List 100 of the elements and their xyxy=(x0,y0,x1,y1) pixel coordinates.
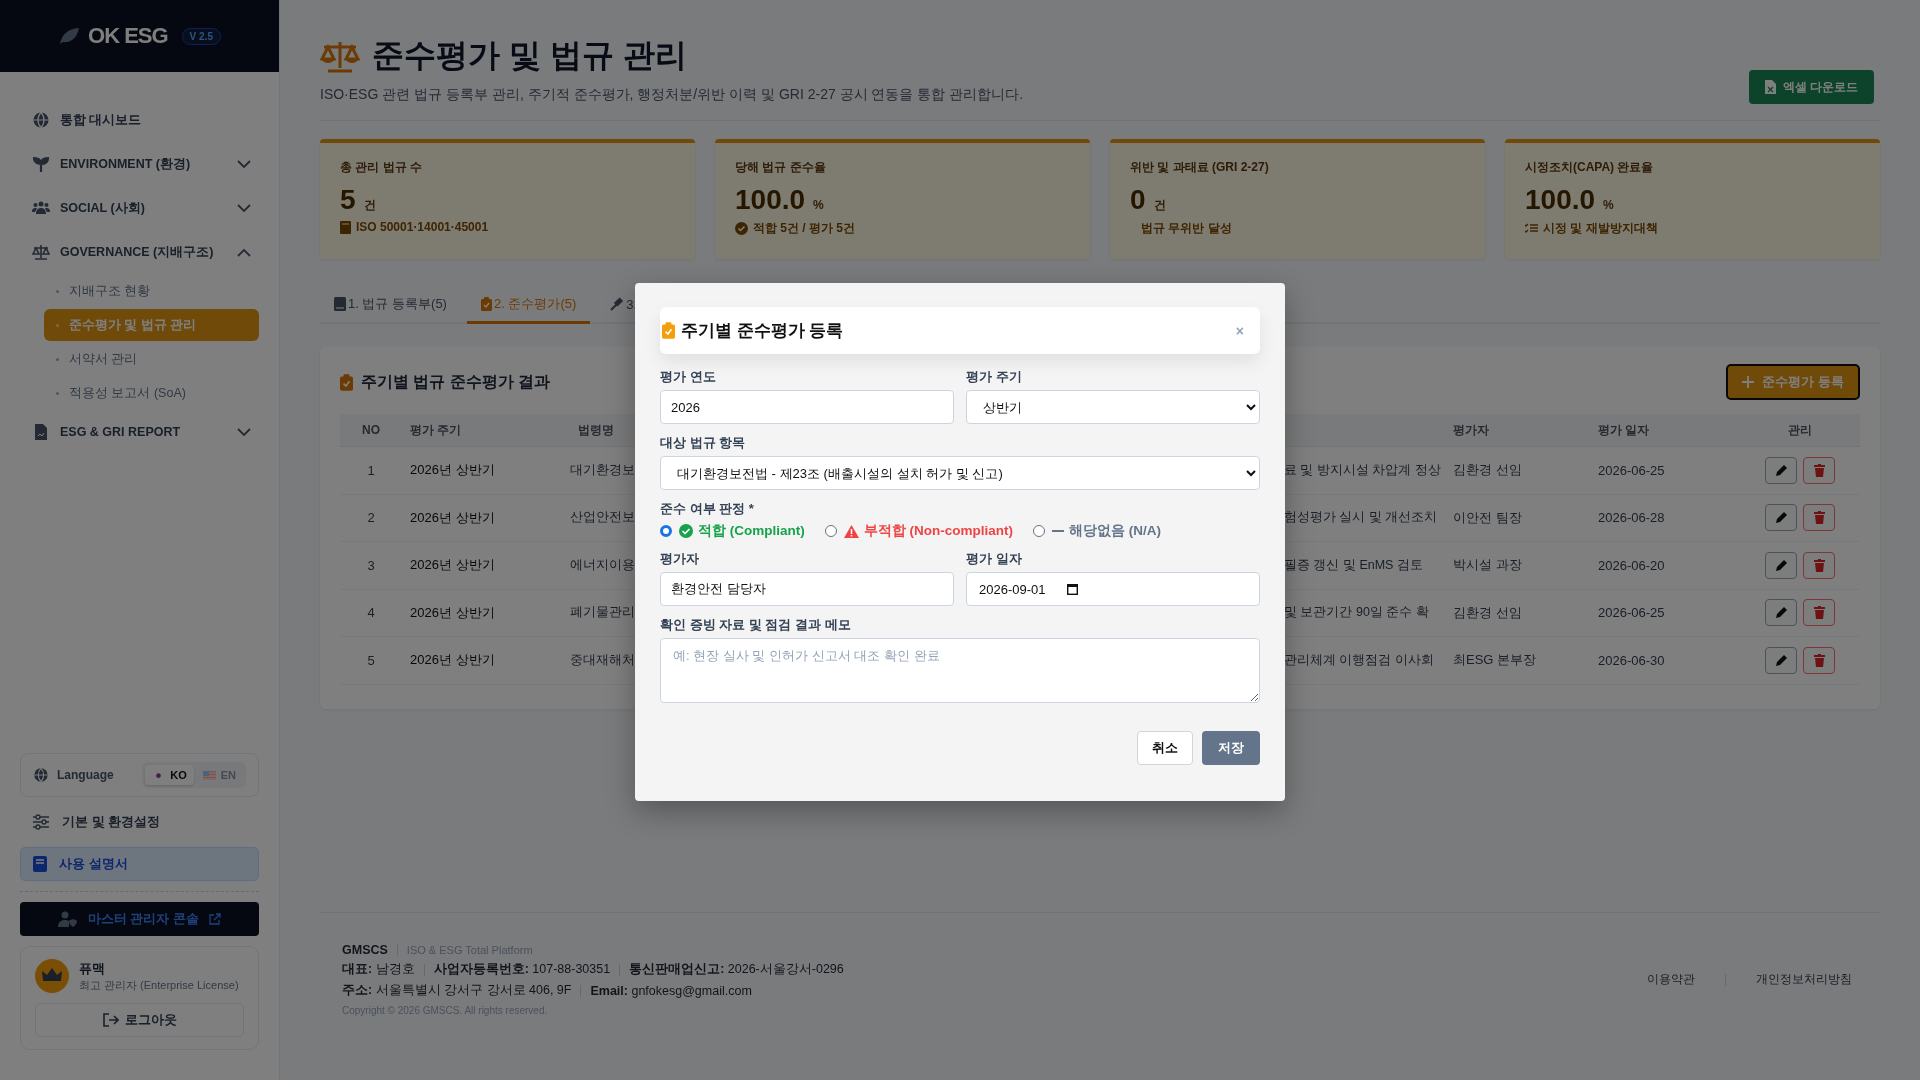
nav-item[interactable]: 통합 대시보드 xyxy=(20,98,259,142)
stat-unit: % xyxy=(813,198,824,212)
admin-console-button[interactable]: 마스터 관리자 콘솔 xyxy=(20,902,259,936)
check-circle-icon xyxy=(679,524,693,538)
edit-button[interactable] xyxy=(1765,504,1797,532)
user-name: 퓨맥 xyxy=(79,959,106,978)
stat-label: 시정조치(CAPA) 완료율 xyxy=(1525,159,1655,176)
scale-icon xyxy=(32,243,50,261)
cancel-button[interactable]: 취소 xyxy=(1137,731,1193,765)
tab[interactable]: 1. 법규 등록부(5) xyxy=(320,287,461,324)
logout-button[interactable]: 로그아웃 xyxy=(35,1003,244,1037)
column-header: 관리 xyxy=(1787,421,1813,439)
clipboard-check-icon xyxy=(480,297,492,311)
company-info: Email: gnfokesg@gmail.com xyxy=(590,983,752,998)
column-header: 평가 일자 xyxy=(1597,421,1651,439)
delete-button[interactable] xyxy=(1803,504,1835,532)
table-cell: 에너지이용 xyxy=(570,557,635,572)
stat-note: ISO 50001·14001·45001 xyxy=(356,220,489,234)
delete-button[interactable] xyxy=(1803,551,1835,579)
table-cell: 관리체계 이행점검 이사회 xyxy=(1284,652,1434,667)
footer-link[interactable]: 이용약관 xyxy=(1647,971,1695,988)
nav-subitem[interactable]: 지배구조 현황 xyxy=(44,275,259,307)
tab[interactable]: 3. xyxy=(596,287,652,324)
nav-subitem[interactable]: 서약서 관리 xyxy=(44,343,259,375)
flag-icon xyxy=(202,770,216,780)
delete-button[interactable] xyxy=(1803,646,1835,674)
edit-button[interactable] xyxy=(1765,599,1797,627)
version-badge: V 2.5 xyxy=(181,27,221,45)
save-button[interactable]: 저장 xyxy=(1202,731,1260,765)
period-dropdown[interactable]: 상반기 xyxy=(966,390,1260,424)
table-cell-text: 2026년 상반기 xyxy=(409,508,496,527)
stat-note: 법규 무위반 달성 xyxy=(1141,220,1232,237)
stat-note: 적합 5건 / 평가 5건 xyxy=(753,220,856,237)
table-cell: 대기환경보 xyxy=(570,462,635,477)
table-cell-text: 김환경 선임 xyxy=(1452,461,1523,480)
calendar-icon xyxy=(1067,583,1078,595)
globe-icon xyxy=(32,111,50,129)
stat-label: 당해 법규 준수율 xyxy=(735,159,827,176)
leaf-icon xyxy=(58,26,81,46)
stat-unit: 건 xyxy=(1153,197,1166,214)
nav-subitem[interactable]: 적용성 보고서 (SoA) xyxy=(44,377,259,409)
stat-note: 시정 및 재발방지대책 xyxy=(1543,220,1658,237)
company-info: 주소: 서울특별시 강서구 강서로 406, 9F xyxy=(342,982,572,999)
date-field[interactable]: 2026-09-01 xyxy=(966,572,1260,606)
field-label: 평가 연도 xyxy=(660,368,717,386)
language-option[interactable]: KO xyxy=(145,765,194,785)
table-cell-text: 2026년 상반기 xyxy=(409,556,496,575)
excel-download-button[interactable]: 엑셀 다운로드 xyxy=(1748,70,1874,104)
stat-label: 총 관리 법규 수 xyxy=(340,159,423,176)
table-cell-text: 2026-06-20 xyxy=(1597,557,1666,573)
settings-link[interactable]: 기본 및 환경설정 xyxy=(20,807,259,837)
sprout-icon xyxy=(32,155,50,173)
stat-unit: % xyxy=(1603,198,1614,212)
language-label: Language xyxy=(57,768,115,782)
gavel-icon xyxy=(610,297,625,311)
edit-button[interactable] xyxy=(1765,551,1797,579)
edit-button[interactable] xyxy=(1765,456,1797,484)
table-cell-text: 2 xyxy=(366,510,376,526)
pencil-icon xyxy=(1774,606,1788,620)
nav-item[interactable]: GOVERNANCE (지배구조) xyxy=(20,230,259,274)
table-cell: 중대재해처 xyxy=(570,652,635,667)
edit-button[interactable] xyxy=(1765,646,1797,674)
table-cell: 폐기물관리 xyxy=(570,605,635,620)
judgment-option[interactable]: 해당없음 (N/A) xyxy=(1033,522,1161,540)
trash-icon xyxy=(1813,463,1825,477)
company-name: GMSCS xyxy=(342,943,388,957)
nav-item[interactable]: ESG & GRI REPORT xyxy=(20,410,259,454)
assessor-field[interactable]: 환경안전 담당자 xyxy=(660,572,954,606)
year-field[interactable]: 2026 xyxy=(660,390,954,424)
field-label: 평가자 xyxy=(660,550,700,568)
pencil-icon xyxy=(1774,558,1788,572)
column-header: 평가 주기 xyxy=(409,421,463,439)
check-circle-icon xyxy=(735,222,748,235)
book-icon xyxy=(33,856,47,872)
tab[interactable]: 2. 준수평가(5) xyxy=(466,287,591,324)
column-header: NO xyxy=(361,423,381,437)
warning-icon xyxy=(843,524,859,538)
memo-field[interactable]: 예: 현장 실사 및 인허가 신고서 대조 확인 완료 xyxy=(660,638,1260,703)
regulation-dropdown[interactable]: 대기환경보전법 - 제23조 (배출시설의 설치 허가 및 신고) xyxy=(660,456,1260,490)
delete-button[interactable] xyxy=(1803,456,1835,484)
footer-link[interactable]: 개인정보처리방침 xyxy=(1756,971,1852,988)
trash-icon xyxy=(1813,511,1825,525)
company-info: 통신판매업신고: 2026-서울강서-0296 xyxy=(629,961,844,978)
manual-button[interactable]: 사용 설명서 xyxy=(20,847,259,881)
table-cell-text: 2026-06-30 xyxy=(1597,652,1666,668)
judgment-option[interactable]: 부적합 (Non-compliant) xyxy=(824,522,1013,540)
table-cell: 필증 갱신 및 EnMS 검토 xyxy=(1284,557,1423,572)
table-cell-text: 2026-06-25 xyxy=(1597,462,1666,478)
nav-item[interactable]: SOCIAL (사회) xyxy=(20,186,259,230)
table-cell-text: 2026-06-28 xyxy=(1597,510,1666,526)
book-icon xyxy=(334,297,346,311)
nav-item[interactable]: ENVIRONMENT (환경) xyxy=(20,142,259,186)
trash-icon xyxy=(1813,653,1825,667)
close-button[interactable]: × xyxy=(1231,322,1248,339)
clipboard-check-icon xyxy=(340,373,353,391)
globe-icon xyxy=(33,767,49,783)
delete-button[interactable] xyxy=(1803,599,1835,627)
sliders-icon xyxy=(32,814,50,830)
modal-title: 주기별 준수평가 등록 xyxy=(681,320,845,342)
judgment-option[interactable]: 적합 (Compliant) xyxy=(660,522,805,540)
